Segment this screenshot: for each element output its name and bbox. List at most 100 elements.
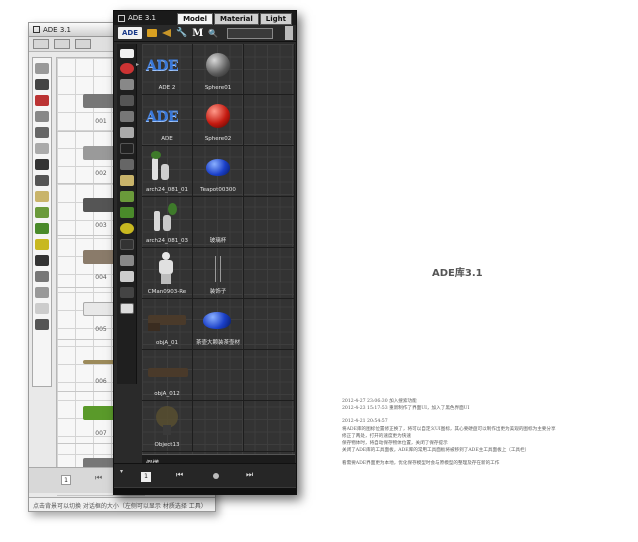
library-window: ADE 3.1 Model Material Light ADE 🔧 M 🔍 ▸… [113, 10, 297, 495]
category-icon[interactable] [119, 239, 134, 250]
background-page-number[interactable]: 1 [61, 475, 71, 485]
thumbnail-label: Sphere02 [204, 136, 232, 142]
thumbnail-cell[interactable]: Teapot00300 [193, 146, 244, 197]
thumbnail-cell[interactable] [244, 146, 295, 197]
thumbnail-cell[interactable]: Sphere01 [193, 44, 244, 95]
changelog-text: 2012-4-27 23:06:30 加入搜索功能 2012-4-23 15:1… [342, 398, 622, 468]
prev-page-button[interactable]: ⏮ [176, 470, 183, 480]
category-icon[interactable] [119, 175, 134, 186]
back-arrow-icon[interactable] [162, 29, 171, 37]
thumbnail-object [83, 146, 117, 160]
thumbnail-cell[interactable] [193, 350, 244, 401]
thumbnail-cell[interactable]: arch24_081_03 [142, 197, 193, 248]
category-icon[interactable] [119, 143, 134, 154]
category-icon[interactable] [119, 111, 134, 122]
tab-light[interactable]: Light [259, 13, 292, 25]
rail-expand-arrow[interactable]: ▸ [136, 61, 139, 68]
category-icon[interactable] [35, 127, 49, 138]
teapot-thumbnail [206, 159, 230, 176]
thumbnail-object [83, 302, 117, 316]
category-icon[interactable] [119, 255, 134, 266]
tab-material[interactable]: Material [214, 13, 259, 25]
category-icon[interactable] [119, 79, 134, 90]
search-icon[interactable]: 🔍 [208, 29, 218, 38]
category-icon[interactable] [35, 303, 49, 314]
balloon-category-icon[interactable] [119, 63, 134, 74]
thumbnail-cell[interactable]: objA_012 [142, 350, 193, 401]
category-icon[interactable] [119, 159, 134, 170]
thumbnail-cell[interactable]: ADE ADE 2 [142, 44, 193, 95]
pager-menu-icon[interactable]: ▾ [120, 468, 123, 475]
next-page-button[interactable]: ⏭ [246, 470, 253, 480]
thumbnail-cell[interactable]: CMan0903-Re [142, 248, 193, 299]
ade-category-icon[interactable] [119, 49, 134, 58]
changelog-line: 2012-4-21 20:54:57 [342, 419, 388, 425]
thumbnail-cell[interactable] [244, 401, 295, 452]
cursor-tool-icon[interactable] [75, 39, 91, 49]
page-number-field[interactable]: 1 [141, 472, 151, 482]
category-icon[interactable] [35, 63, 49, 74]
ade-logo-thumbnail: ADE [146, 58, 179, 74]
pager-bar: ▾ 1 ⏮ ⏭ [114, 463, 296, 487]
tab-bar: Model Material Light [177, 13, 292, 25]
thumbnail-cell[interactable] [244, 197, 295, 248]
thumbnail-cell[interactable]: 玻璃杯 [193, 197, 244, 248]
category-icon[interactable] [35, 239, 49, 250]
window-titlebar[interactable]: ADE 3.1 Model Material Light [114, 11, 296, 25]
background-prev-button[interactable]: ⏮ [95, 473, 102, 483]
thumbnail-cell[interactable] [244, 95, 295, 146]
category-icon[interactable] [35, 143, 49, 154]
thumbnail-label: ADE 2 [158, 85, 176, 91]
thumbnail-cell[interactable]: objA_01 [142, 299, 193, 350]
thumbnail-cell[interactable] [244, 299, 295, 350]
wrench-icon[interactable]: 🔧 [176, 28, 187, 38]
category-icon[interactable] [119, 271, 134, 282]
search-input[interactable] [227, 27, 274, 39]
category-icon[interactable] [119, 287, 134, 298]
background-category-rail [32, 57, 52, 387]
category-icon[interactable] [35, 287, 49, 298]
category-icon[interactable] [35, 207, 49, 218]
category-icon[interactable] [35, 271, 49, 282]
thumbnail-cell[interactable]: ADE ADE [142, 95, 193, 146]
thumbnail-cell[interactable]: 装饰子 [193, 248, 244, 299]
teapot-thumbnail [203, 312, 231, 329]
red-sphere-thumbnail [206, 104, 230, 128]
tab-model[interactable]: Model [177, 13, 214, 25]
category-icon[interactable] [35, 79, 49, 90]
category-icon[interactable] [35, 175, 49, 186]
folder-tool-icon[interactable] [54, 39, 70, 49]
thumbnail-cell[interactable]: Sphere02 [193, 95, 244, 146]
thumbnail-label: 装饰子 [209, 289, 227, 295]
category-icon[interactable] [35, 191, 49, 202]
category-icon[interactable] [35, 111, 49, 122]
thumbnail-cell[interactable] [193, 401, 244, 452]
category-icon[interactable] [35, 223, 49, 234]
folder-icon[interactable] [147, 29, 157, 37]
material-m-button[interactable]: M [192, 28, 203, 39]
scrollbar-handle[interactable] [285, 26, 293, 40]
thumbnail-cell[interactable]: Object13 [142, 401, 193, 452]
category-icon[interactable] [119, 223, 134, 234]
category-rail [117, 44, 137, 384]
ade-logo-button[interactable]: ADE [118, 27, 142, 39]
thumbnail-cell[interactable] [244, 248, 295, 299]
category-icon[interactable] [119, 127, 134, 138]
thumbnail-object [83, 94, 117, 108]
sphere-tool-icon[interactable] [33, 39, 49, 49]
category-icon[interactable] [119, 207, 134, 218]
thumbnail-cell[interactable] [244, 350, 295, 401]
category-icon[interactable] [119, 95, 134, 106]
category-icon[interactable] [119, 191, 134, 202]
category-icon[interactable] [119, 303, 134, 314]
figure-legs [161, 274, 171, 284]
category-icon[interactable] [35, 95, 49, 106]
category-icon[interactable] [35, 255, 49, 266]
thumbnail-cell[interactable]: arch24_081_01 [142, 146, 193, 197]
category-icon[interactable] [35, 319, 49, 330]
category-icon[interactable] [35, 159, 49, 170]
thumbnail-label: CMan0903-Re [147, 289, 187, 295]
thumbnail-cell[interactable]: 茶壶大颗装茶壶材 [193, 299, 244, 350]
thumbnail-cell[interactable] [244, 44, 295, 95]
ade-logo-thumbnail: ADE [146, 109, 179, 125]
